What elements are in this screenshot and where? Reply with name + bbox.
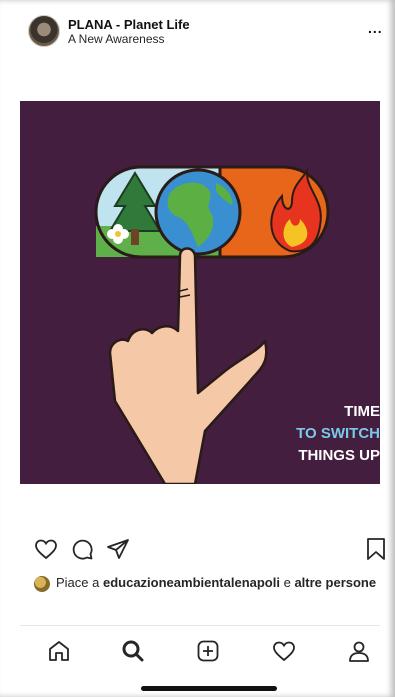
more-options-button[interactable]: ...	[368, 20, 383, 36]
post-actions	[0, 535, 395, 567]
bookmark-icon[interactable]	[362, 535, 390, 563]
avatar[interactable]	[28, 15, 60, 47]
app-frame: PLANA - Planet Life A New Awareness ...	[0, 0, 395, 697]
home-icon[interactable]	[44, 636, 74, 666]
add-post-icon[interactable]	[193, 636, 223, 666]
liker-avatar[interactable]	[34, 576, 50, 592]
likes-middle: e	[279, 575, 295, 590]
likes-others[interactable]: altre persone	[294, 575, 376, 590]
search-icon[interactable]	[118, 636, 148, 666]
caption-line-3: THINGS UP	[298, 447, 380, 464]
bottom-tab-bar	[20, 625, 380, 676]
activity-heart-icon[interactable]	[269, 636, 299, 666]
likes-text[interactable]: Piace a educazioneambientalenapoli e alt…	[56, 575, 376, 590]
profile-icon[interactable]	[344, 636, 374, 666]
caption-line-2: TO SWITCH	[296, 425, 380, 442]
share-icon[interactable]	[104, 535, 132, 563]
post-subtitle[interactable]: A New Awareness	[68, 32, 165, 46]
post-header: PLANA - Planet Life A New Awareness ...	[0, 0, 395, 60]
likes-user[interactable]: educazioneambientalenapoli	[103, 575, 280, 590]
home-indicator[interactable]	[141, 686, 277, 691]
likes-prefix: Piace a	[56, 575, 103, 590]
heart-icon[interactable]	[32, 535, 60, 563]
comment-icon[interactable]	[68, 535, 96, 563]
username[interactable]: PLANA - Planet Life	[68, 17, 190, 32]
caption-line-1: TIME	[344, 403, 380, 420]
post-image[interactable]: TIME TO SWITCH THINGS UP	[20, 101, 380, 484]
